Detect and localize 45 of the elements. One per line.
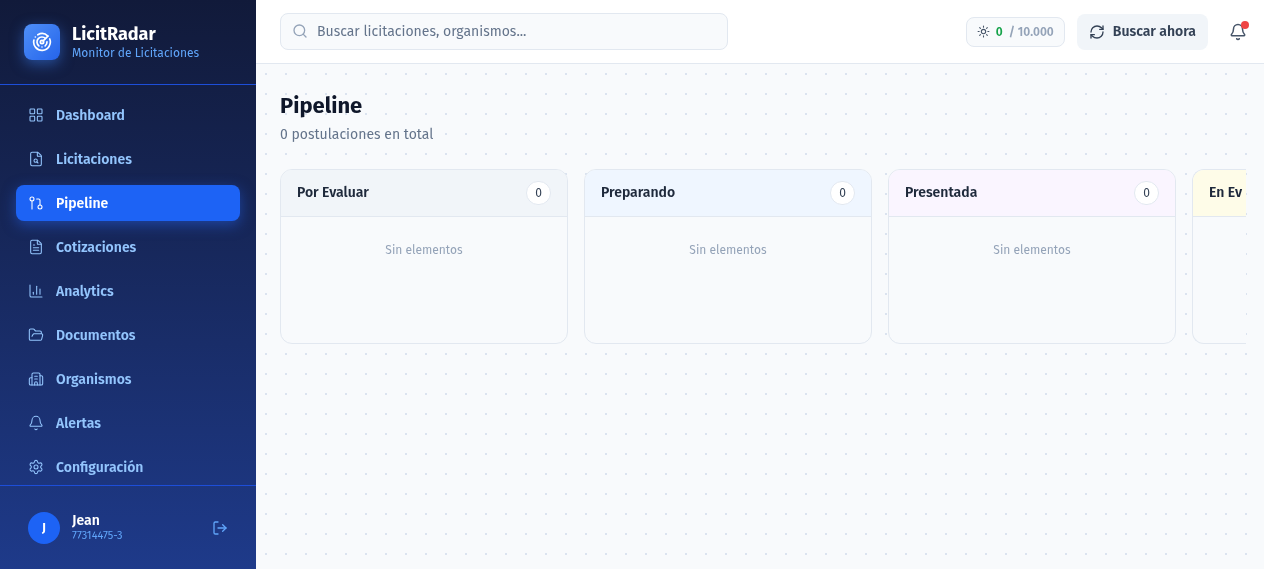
radar-logo-icon xyxy=(24,24,60,60)
column-count: 0 xyxy=(1134,180,1159,205)
nav-item[interactable]: Alertas xyxy=(16,405,240,441)
bar-chart-icon xyxy=(28,283,44,299)
nav-item[interactable]: Analytics xyxy=(16,273,240,309)
building-icon xyxy=(28,371,44,387)
column-title: Por Evaluar xyxy=(297,183,369,203)
column-count: 0 xyxy=(830,180,855,205)
file-search-icon xyxy=(28,151,44,167)
search-icon xyxy=(292,23,308,39)
nav-item[interactable]: Cotizaciones xyxy=(16,229,240,265)
nav-item[interactable]: Dashboard xyxy=(16,97,240,133)
brand-name: LicitRadar xyxy=(72,23,157,46)
user-id: 77314475-3 xyxy=(72,529,124,544)
folder-icon xyxy=(28,327,44,343)
settings-icon xyxy=(28,459,44,475)
column-count: 0 xyxy=(526,180,551,205)
search-now-button[interactable]: Buscar ahora xyxy=(1076,13,1208,50)
document-icon xyxy=(28,239,44,255)
page-title: Pipeline xyxy=(280,92,364,120)
pipeline-icon xyxy=(28,195,44,211)
search-field[interactable]: Buscar licitaciones, organismos... xyxy=(280,13,728,50)
nav-item[interactable]: Organismos xyxy=(16,361,240,397)
refresh-icon xyxy=(1088,23,1105,40)
page-subtitle: 0 postulaciones en total xyxy=(280,124,435,145)
user-avatar: J xyxy=(28,511,60,544)
nav-item[interactable]: Documentos xyxy=(16,317,240,353)
column-title: Presentada xyxy=(905,183,978,203)
nav-item[interactable]: Configuración xyxy=(16,449,240,485)
column-title: En Ev xyxy=(1209,183,1242,203)
bell-icon xyxy=(1229,22,1247,41)
grid-icon xyxy=(28,107,44,123)
logout-icon[interactable] xyxy=(212,519,228,536)
sun-icon xyxy=(976,25,990,38)
user-name: Jean xyxy=(72,511,101,530)
brand-subtitle: Monitor de Licitaciones xyxy=(72,45,200,61)
empty-message: Sin elementos xyxy=(992,241,1072,259)
nav-item[interactable]: Pipeline xyxy=(16,185,240,221)
empty-message: Sin elementos xyxy=(384,241,464,259)
usage-used: 0 xyxy=(995,23,1003,41)
usage-limit: / 10.000 xyxy=(1008,23,1054,41)
empty-message: Sin elementos xyxy=(688,241,768,259)
column-title: Preparando xyxy=(601,183,676,203)
nav-item[interactable]: Licitaciones xyxy=(16,141,240,177)
bell-icon xyxy=(28,415,44,431)
